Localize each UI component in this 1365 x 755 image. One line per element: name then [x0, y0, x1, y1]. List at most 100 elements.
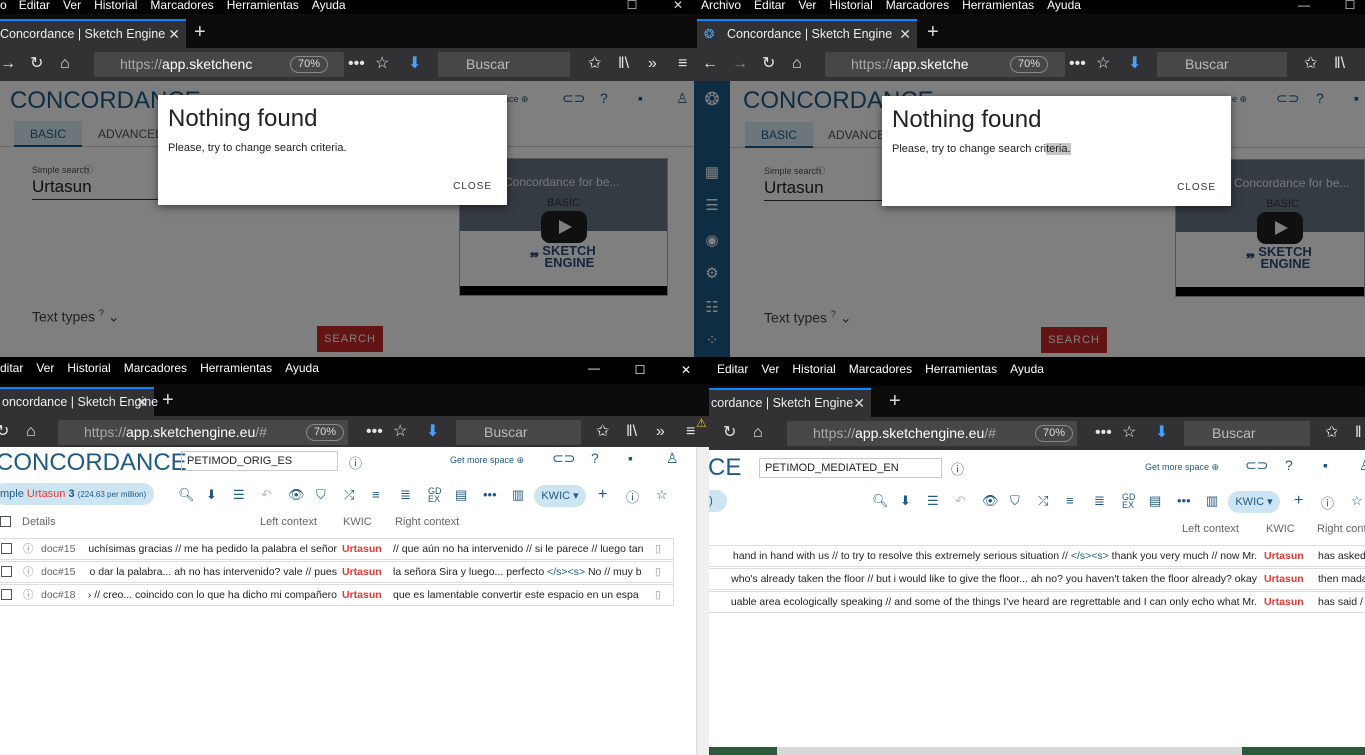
reading-list-icon[interactable]: ✩: [588, 53, 601, 75]
row-checkbox[interactable]: [1, 543, 12, 554]
menu-item[interactable]: o: [0, 0, 7, 11]
close-window-button[interactable]: ✕: [666, 364, 706, 379]
close-window-button[interactable]: ✕: [658, 0, 694, 14]
browser-tab[interactable]: oncordance | Sketch Engine ✕: [0, 387, 158, 416]
kwic-keyword[interactable]: Urtasun: [1264, 546, 1304, 566]
more-icon[interactable]: •••: [1095, 422, 1112, 444]
kwic-view-button[interactable]: KWIC ▾: [534, 485, 586, 507]
row-checkbox[interactable]: [1, 566, 12, 577]
menu-item-herramientas[interactable]: Herramientas: [962, 0, 1034, 11]
corpus-info-icon[interactable]: ⓘ: [951, 459, 964, 478]
doc-id[interactable]: doc#15: [41, 539, 75, 559]
search-box[interactable]: Buscar: [1184, 421, 1310, 446]
back-icon[interactable]: ←: [702, 53, 718, 75]
menu-item-ver[interactable]: Ver: [761, 357, 779, 381]
corpus-selector[interactable]: PETIMOD_MEDIATED_EN: [759, 458, 942, 478]
menu-item-ver[interactable]: Ver: [36, 357, 54, 379]
browser-tab[interactable]: cordance | Sketch Engine ✕: [709, 388, 871, 417]
reading-list-icon[interactable]: ✩: [1304, 53, 1317, 75]
url-bar[interactable]: https://app.sketchengine.eu/#: [58, 420, 348, 445]
browser-tab[interactable]: Concordance | Sketch Engine ✕: [0, 19, 186, 48]
sort-desc-icon[interactable]: ≣: [400, 487, 411, 503]
horizontal-scrollbar[interactable]: [709, 747, 1365, 755]
info-icon[interactable]: ⓘ: [1321, 493, 1334, 512]
undo-icon[interactable]: ↶: [261, 487, 272, 503]
close-tab-icon[interactable]: ✕: [168, 21, 180, 47]
info-icon[interactable]: ⓘ: [23, 562, 34, 582]
close-tab-icon[interactable]: ✕: [853, 390, 865, 416]
more-icon[interactable]: •••: [366, 421, 383, 443]
menu-item-historial[interactable]: Historial: [94, 0, 137, 11]
kwic-keyword[interactable]: Urtasun: [1264, 592, 1304, 612]
kwic-view-button[interactable]: KWIC ▾: [1228, 491, 1280, 513]
table-row[interactable]: ⓘ doc#18 › // creo... coincido con lo qu…: [0, 584, 674, 606]
copy-icon[interactable]: ▯: [655, 562, 661, 582]
browser-tab[interactable]: ❂ Concordance | Sketch Engine ✕: [697, 19, 917, 48]
bookmark-star-icon[interactable]: ☆: [375, 53, 389, 75]
kwic-keyword[interactable]: Urtasun: [342, 585, 382, 605]
table-row[interactable]: uable area ecologically speaking // and …: [709, 591, 1365, 613]
reload-icon[interactable]: ↻: [30, 53, 43, 75]
table-row[interactable]: ⓘ doc#15 o dar la palabra... ah no has i…: [0, 561, 674, 583]
zoom-indicator[interactable]: 70%: [1010, 56, 1049, 73]
close-button[interactable]: CLOSE: [453, 181, 492, 192]
corpus-info-icon[interactable]: ⓘ: [349, 453, 362, 472]
download-icon[interactable]: ⬇: [900, 493, 911, 509]
help-icon[interactable]: ?: [591, 450, 599, 466]
reload-icon[interactable]: ↻: [723, 422, 736, 444]
menu-item-ayuda[interactable]: Ayuda: [1010, 357, 1044, 381]
table-row[interactable]: ⓘ doc#15 uchísimas gracias // me ha pedi…: [0, 538, 674, 560]
info-icon[interactable]: ⓘ: [23, 585, 34, 605]
filter-icon[interactable]: ⛉: [316, 487, 326, 503]
overflow-icon[interactable]: »: [656, 421, 665, 443]
menu-item-historial[interactable]: Historial: [67, 357, 110, 379]
menu-item-marcadores[interactable]: Marcadores: [886, 0, 949, 11]
reload-icon[interactable]: ↻: [762, 53, 775, 75]
view-options-icon[interactable]: ☰: [233, 487, 245, 503]
home-icon[interactable]: ⌂: [60, 53, 70, 75]
dots-icon[interactable]: •••: [1177, 493, 1191, 508]
search-box[interactable]: Buscar: [456, 420, 581, 445]
menu-item-marcadores[interactable]: Marcadores: [849, 357, 912, 381]
feedback-icon[interactable]: ▪: [1323, 457, 1328, 473]
download-icon[interactable]: ⬇: [1128, 53, 1141, 75]
library-icon[interactable]: ‖\: [1334, 53, 1345, 75]
table-row[interactable]: who's already taken the floor // but i w…: [709, 568, 1365, 590]
menu-item-editar[interactable]: Editar: [717, 357, 748, 381]
url-bar[interactable]: https://app.sketchengine.eu/#: [787, 421, 1077, 446]
add-icon[interactable]: +: [1294, 492, 1303, 510]
bookmark-star-icon[interactable]: ☆: [1122, 422, 1136, 444]
library-icon[interactable]: ‖\: [618, 53, 629, 75]
menu-item-ayuda[interactable]: Ayuda: [312, 0, 346, 11]
reading-list-icon[interactable]: ✩: [596, 421, 609, 443]
get-more-space-link[interactable]: Get more space ⊕: [1145, 462, 1219, 473]
maximize-button[interactable]: ☐: [1330, 0, 1365, 14]
table-row[interactable]: hand in hand with us // to try to resolv…: [709, 545, 1365, 567]
warning-icon[interactable]: ⚠: [696, 416, 707, 430]
new-tab-icon[interactable]: +: [927, 19, 939, 45]
forward-icon[interactable]: →: [0, 53, 16, 75]
menu-item-herramientas[interactable]: Herramientas: [200, 357, 272, 379]
zoom-indicator[interactable]: 70%: [306, 424, 345, 441]
user-icon[interactable]: ♙: [1359, 457, 1365, 474]
copy-icon[interactable]: ▯: [655, 585, 661, 605]
dots-icon[interactable]: •••: [483, 487, 497, 502]
notes-icon[interactable]: ▤: [1149, 493, 1161, 509]
minimize-button[interactable]: —: [574, 362, 614, 377]
undo-icon[interactable]: ↶: [955, 493, 966, 509]
library-icon[interactable]: ‖\: [626, 421, 637, 443]
bookmark-star-icon[interactable]: ☆: [393, 421, 407, 443]
select-all-checkbox[interactable]: [0, 516, 11, 527]
download-icon[interactable]: ⬇: [206, 487, 217, 503]
more-icon[interactable]: •••: [1069, 53, 1086, 75]
sort-icon[interactable]: ≡: [1066, 493, 1074, 508]
row-checkbox[interactable]: [1, 589, 12, 600]
eye-icon[interactable]: 👁︎: [288, 487, 305, 503]
info-icon[interactable]: ⓘ: [626, 487, 639, 506]
new-tab-icon[interactable]: +: [194, 19, 206, 45]
menu-item-ver[interactable]: Ver: [798, 0, 816, 11]
menu-item-ayuda[interactable]: Ayuda: [1047, 0, 1081, 11]
query-summary-pill[interactable]: n): [709, 490, 727, 512]
home-icon[interactable]: ⌂: [753, 422, 763, 444]
scrollbar-thumb[interactable]: [777, 747, 1242, 755]
